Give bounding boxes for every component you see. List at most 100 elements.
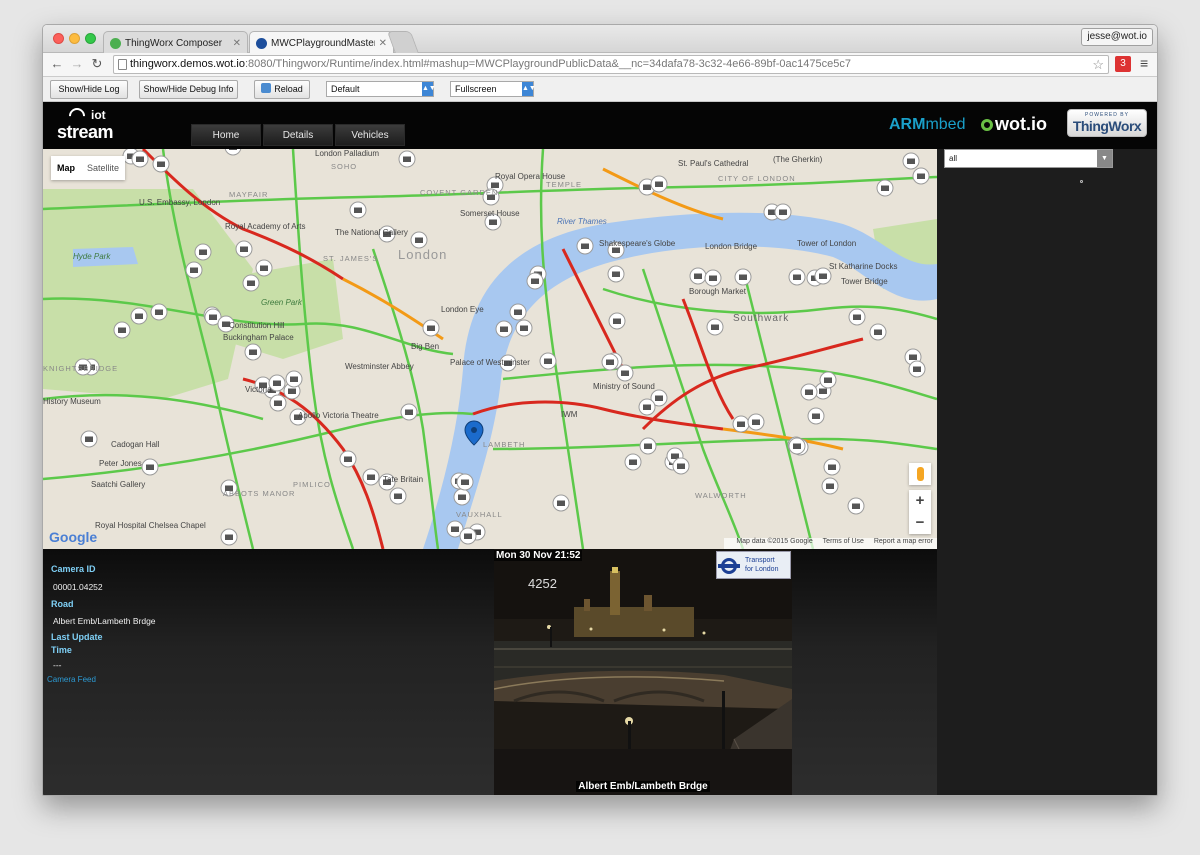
camera-glyph-icon <box>694 273 702 279</box>
report-map-error-link[interactable]: Report a map error <box>874 538 933 545</box>
map-label: ST. JAMES'S <box>323 254 378 263</box>
view-select[interactable]: Fullscreen ▲▼ <box>450 81 536 97</box>
tab-thingworx-composer[interactable]: ThingWorx Composer ✕ <box>103 31 248 54</box>
traffic-camera-map[interactable]: London Palladium SOHO Royal Opera House … <box>43 149 937 549</box>
map-label: Cadogan Hall <box>111 440 160 449</box>
chevron-down-icon: ▲▼ <box>522 82 536 96</box>
camera-glyph-icon <box>225 534 233 540</box>
camera-id-label: Camera ID <box>51 564 96 574</box>
camera-glyph-icon <box>489 219 497 225</box>
camera-info-panel: Camera ID 00001.04252 Road Albert Emb/La… <box>43 549 937 795</box>
extension-icon[interactable]: 3 <box>1115 56 1131 72</box>
url-path: :8080/Thingworx/Runtime/index.html#mashu… <box>244 58 851 70</box>
chevron-down-icon: ▲▼ <box>422 82 436 96</box>
tfl-text-line1: Transport <box>745 557 775 564</box>
nav-vehicles[interactable]: Vehicles <box>335 124 405 146</box>
map-label: History Museum <box>43 397 101 406</box>
zoom-window-button[interactable] <box>85 33 96 44</box>
camera-glyph-icon <box>520 325 528 331</box>
map-canvas[interactable]: London Palladium SOHO Royal Opera House … <box>43 149 937 549</box>
profile-button[interactable]: jesse@wot.io <box>1081 28 1153 46</box>
mashup-area: iot stream Home Details Vehicles ARMmbed… <box>43 102 1157 795</box>
map-label: VAUXHALL <box>456 510 503 519</box>
tfl-roundel-icon <box>718 558 740 574</box>
nav-details[interactable]: Details <box>263 124 333 146</box>
map-label: TEMPLE <box>546 180 582 189</box>
map-label: Tower Bridge <box>841 277 888 286</box>
show-hide-log-button[interactable]: Show/Hide Log <box>50 80 128 99</box>
show-hide-debug-button[interactable]: Show/Hide Debug Info <box>139 80 238 99</box>
forward-arrow-icon[interactable]: → <box>69 56 85 72</box>
map-label: Palace of Westminster <box>450 358 530 367</box>
map-label: London Palladium <box>315 149 379 158</box>
street-view-pegman-icon[interactable] <box>909 463 931 485</box>
terms-of-use-link[interactable]: Terms of Use <box>823 538 864 545</box>
map-label: Shakespeare's Globe <box>599 239 676 248</box>
tab-mwcplaygroundmaster[interactable]: MWCPlaygroundMaster ✕ <box>249 31 394 55</box>
camera-glyph-icon <box>199 249 207 255</box>
reload-button[interactable]: Reload <box>254 80 310 99</box>
wotio-ring-icon <box>981 119 993 131</box>
tab-strip: ThingWorx Composer ✕ MWCPlaygroundMaster… <box>43 25 1157 55</box>
camera-number: 4252 <box>528 576 557 591</box>
camera-glyph-icon <box>118 327 126 333</box>
zoom-in-button[interactable]: + <box>909 490 931 512</box>
camera-glyph-icon <box>290 376 298 382</box>
zoom-out-button[interactable]: − <box>909 512 931 534</box>
camera-feed-link[interactable]: Camera Feed <box>47 675 96 684</box>
map-label: Tate Britain <box>383 475 423 484</box>
mashup-header: iot stream Home Details Vehicles ARMmbed… <box>43 102 1157 149</box>
camera-glyph-icon <box>805 389 813 395</box>
camera-glyph-icon <box>344 456 352 462</box>
camera-glyph-icon <box>451 526 459 532</box>
tab-close-icon[interactable]: ✕ <box>379 38 387 49</box>
map-type-map-button[interactable]: Map <box>51 156 81 180</box>
map-label: Tower of London <box>797 239 856 248</box>
camera-filter-select[interactable]: all ▼ <box>944 149 1113 168</box>
tab-close-icon[interactable]: ✕ <box>233 38 241 49</box>
address-bar[interactable]: thingworx.demos.wot.io:8080/Thingworx/Ru… <box>113 55 1109 74</box>
reload-icon[interactable]: ↻ <box>89 56 105 72</box>
filter-value: all <box>949 154 958 163</box>
mbed-text: mbed <box>925 116 966 133</box>
map-label: London Eye <box>441 305 484 314</box>
camera-glyph-icon <box>739 274 747 280</box>
camera-glyph-icon <box>136 156 144 162</box>
camera-glyph-icon <box>711 324 719 330</box>
map-type-satellite-button[interactable]: Satellite <box>81 156 125 180</box>
camera-glyph-icon <box>190 267 198 273</box>
thingworx-logo: POWERED BY ThingWorx <box>1067 109 1147 137</box>
right-panel: all ▼ <box>937 149 1157 795</box>
menu-icon[interactable]: ≡ <box>1140 55 1148 71</box>
map-type-control: Map Satellite <box>51 156 126 180</box>
bookmark-star-icon[interactable]: ☆ <box>1092 56 1104 73</box>
extension-badge: 3 <box>1120 58 1126 69</box>
camera-glyph-icon <box>415 237 423 243</box>
close-window-button[interactable] <box>53 33 64 44</box>
map-label: ABBOTS MANOR <box>223 489 295 498</box>
camera-timestamp: Mon 30 Nov 21:52 <box>494 550 583 561</box>
camera-glyph-icon <box>514 309 522 315</box>
time-value: --- <box>53 660 62 670</box>
google-logo[interactable]: Google <box>49 529 97 545</box>
camera-glyph-icon <box>135 313 143 319</box>
thingworx-favicon-icon <box>256 38 267 49</box>
map-label: Hyde Park <box>73 252 111 261</box>
camera-glyph-icon <box>247 280 255 286</box>
theme-select[interactable]: Default ▲▼ <box>326 81 436 97</box>
back-arrow-icon[interactable]: ← <box>49 56 65 72</box>
camera-glyph-icon <box>913 366 921 372</box>
map-label: (The Gherkin) <box>773 155 823 164</box>
camera-glyph-icon <box>853 314 861 320</box>
map-label: London Bridge <box>705 242 758 251</box>
nav-home[interactable]: Home <box>191 124 261 146</box>
camera-glyph-icon <box>737 421 745 427</box>
map-label: Buckingham Palace <box>223 333 294 342</box>
camera-glyph-icon <box>531 278 539 284</box>
map-label: U.S. Embassy, London <box>139 198 220 207</box>
map-label: Southwark <box>733 313 789 324</box>
map-label: Ministry of Sound <box>593 382 655 391</box>
map-label: Westminster Abbey <box>345 362 414 371</box>
map-label: Royal Hospital Chelsea Chapel <box>95 521 206 530</box>
minimize-window-button[interactable] <box>69 33 80 44</box>
